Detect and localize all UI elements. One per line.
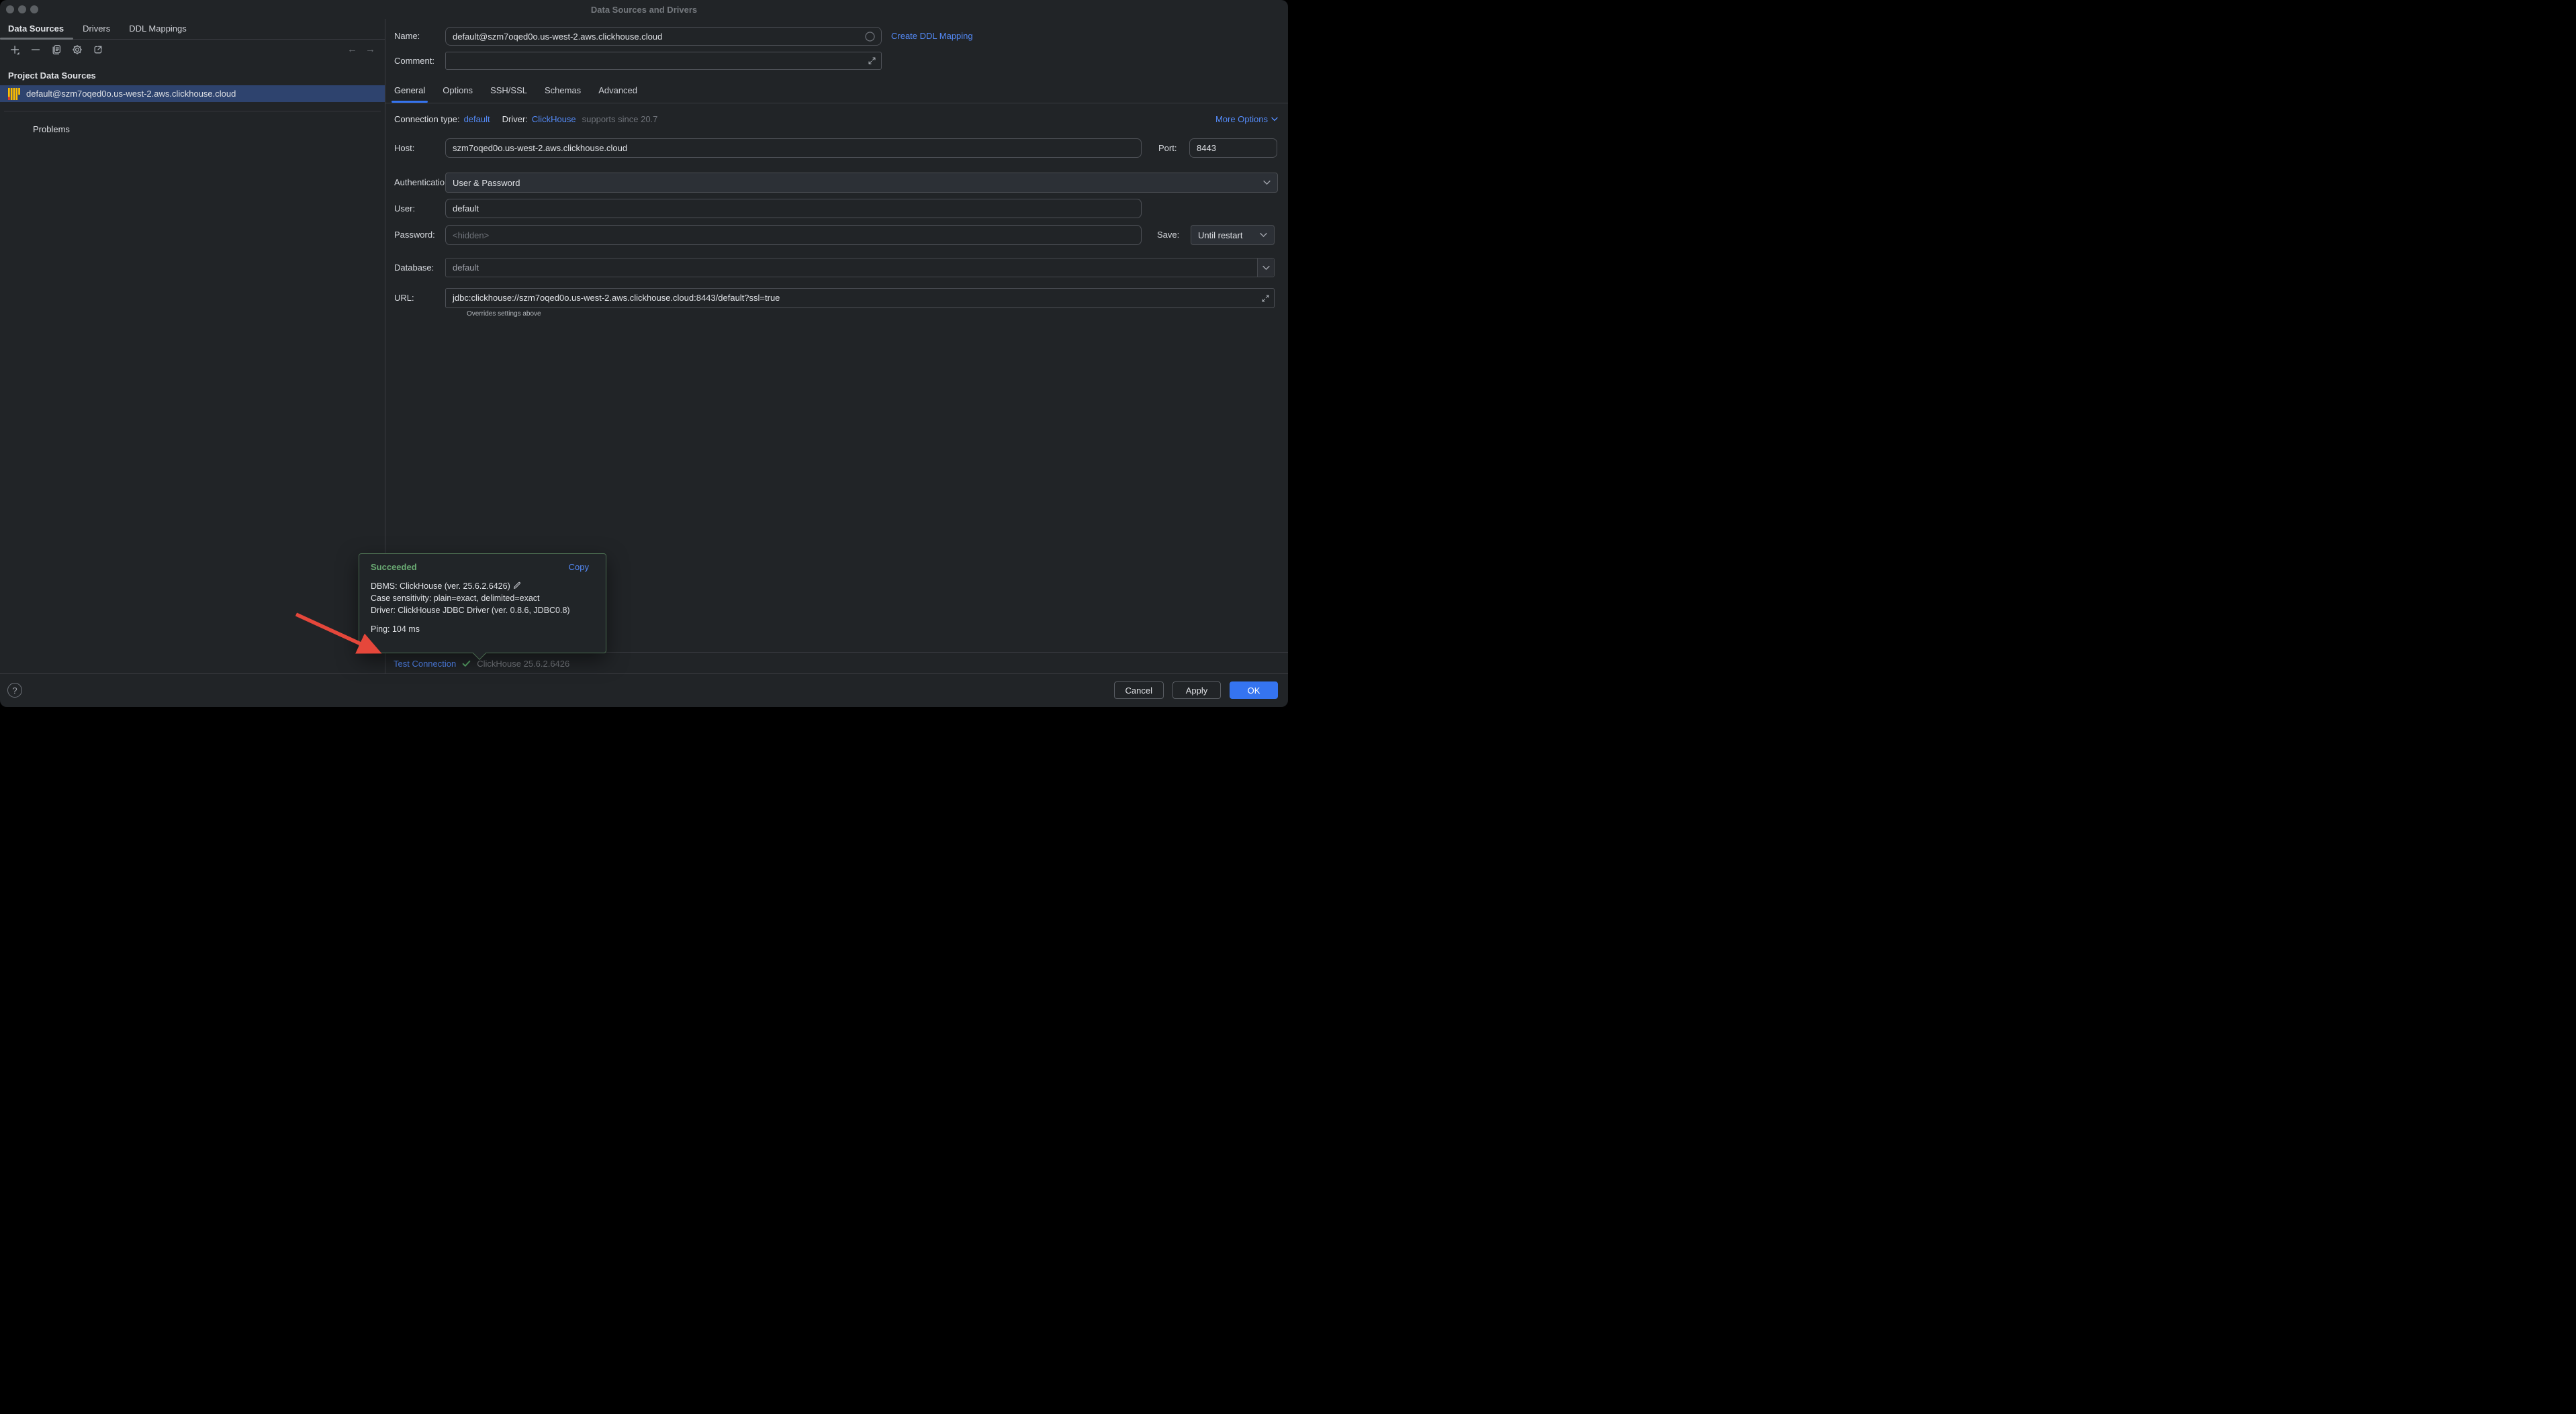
duplicate-icon — [51, 44, 62, 55]
connection-type-row: Connection type: default Driver: ClickHo… — [394, 113, 1278, 125]
name-input[interactable] — [445, 27, 882, 46]
host-input[interactable] — [445, 138, 1142, 158]
titlebar: Data Sources and Drivers — [0, 0, 1288, 19]
comment-label: Comment: — [394, 52, 434, 70]
more-options-link[interactable]: More Options — [1215, 114, 1278, 124]
driver-value-link[interactable]: ClickHouse — [532, 114, 576, 124]
test-connection-popup: Succeeded Copy DBMS: ClickHouse (ver. 25… — [359, 553, 606, 653]
back-arrow-icon[interactable]: ← — [347, 44, 357, 55]
project-data-sources-header: Project Data Sources — [8, 70, 96, 81]
comment-input[interactable] — [445, 52, 882, 70]
data-source-name: default@szm7oqed0o.us-west-2.aws.clickho… — [26, 89, 236, 99]
port-input[interactable] — [1189, 138, 1277, 158]
chevron-down-icon — [1263, 180, 1271, 185]
minus-icon — [30, 44, 41, 55]
data-source-list-item[interactable]: default@szm7oqed0o.us-west-2.aws.clickho… — [0, 85, 385, 102]
connection-type-label: Connection type: — [394, 114, 460, 124]
test-connection-strip: Test Connection ClickHouse 25.6.2.6426 — [385, 652, 1288, 674]
gear-icon — [72, 44, 83, 55]
tab-drivers[interactable]: Drivers — [73, 19, 120, 39]
user-input[interactable] — [445, 199, 1142, 218]
url-input[interactable]: jdbc:clickhouse://szm7oqed0o.us-west-2.a… — [445, 288, 1275, 308]
tab-general[interactable]: General — [394, 82, 425, 103]
open-in-new-button[interactable] — [91, 43, 105, 56]
create-ddl-mapping-link[interactable]: Create DDL Mapping — [891, 27, 973, 46]
host-label: Host: — [394, 138, 414, 158]
database-dropdown-button[interactable] — [1257, 258, 1274, 277]
name-label: Name: — [394, 27, 420, 46]
connection-type-value[interactable]: default — [464, 114, 490, 124]
popup-case-line: Case sensitivity: plain=exact, delimited… — [371, 592, 570, 604]
dialog-footer: ? Cancel Apply OK — [0, 673, 1288, 707]
settings-button[interactable] — [71, 43, 84, 56]
port-label: Port: — [1158, 138, 1177, 158]
driver-label: Driver: — [502, 114, 528, 124]
password-input[interactable] — [445, 225, 1142, 245]
popup-dbms-line: DBMS: ClickHouse (ver. 25.6.2.6426) — [371, 580, 570, 592]
window-title: Data Sources and Drivers — [0, 0, 1288, 19]
edit-pencil-icon[interactable] — [512, 581, 522, 590]
save-dropdown[interactable]: Until restart — [1191, 225, 1275, 245]
export-icon — [93, 44, 103, 55]
problems-node[interactable]: Problems — [0, 122, 385, 138]
database-value: default — [453, 263, 479, 273]
tab-ssh-ssl[interactable]: SSH/SSL — [490, 82, 527, 103]
plus-icon — [9, 44, 21, 56]
authentication-dropdown[interactable]: User & Password — [445, 173, 1278, 193]
save-value: Until restart — [1198, 230, 1242, 240]
tab-ddl-mappings[interactable]: DDL Mappings — [120, 19, 196, 39]
comment-expand-icon[interactable] — [868, 56, 876, 65]
user-label: User: — [394, 199, 415, 218]
url-expand-icon[interactable] — [1261, 294, 1270, 303]
popup-driver-line: Driver: ClickHouse JDBC Driver (ver. 0.8… — [371, 604, 570, 616]
tab-advanced[interactable]: Advanced — [598, 82, 637, 103]
database-label: Database: — [394, 258, 434, 277]
form-tabs: General Options SSH/SSL Schemas Advanced — [394, 82, 637, 103]
authentication-label: Authentication: — [394, 173, 452, 193]
driver-note: supports since 20.7 — [582, 114, 658, 124]
test-connection-link[interactable]: Test Connection — [394, 659, 456, 669]
forward-arrow-icon[interactable]: → — [365, 44, 375, 55]
apply-button[interactable]: Apply — [1172, 681, 1221, 699]
add-data-source-button[interactable] — [8, 43, 21, 56]
clickhouse-icon — [8, 88, 20, 100]
chevron-down-icon — [1260, 232, 1267, 238]
success-check-icon — [462, 660, 471, 667]
chevron-down-icon — [1271, 117, 1278, 122]
connection-result-text: ClickHouse 25.6.2.6426 — [477, 659, 569, 669]
chevron-down-icon — [1262, 265, 1270, 271]
cancel-button[interactable]: Cancel — [1114, 681, 1164, 699]
remove-data-source-button[interactable] — [29, 43, 42, 56]
name-status-circle-icon — [865, 32, 875, 42]
password-label: Password: — [394, 225, 435, 245]
help-icon[interactable]: ? — [7, 683, 22, 698]
duplicate-button[interactable] — [50, 43, 63, 56]
database-combo[interactable]: default — [445, 258, 1275, 277]
more-options-label: More Options — [1215, 114, 1268, 124]
ok-button[interactable]: OK — [1230, 681, 1278, 699]
url-label: URL: — [394, 288, 414, 308]
popup-dbms-text: DBMS: ClickHouse (ver. 25.6.2.6426) — [371, 581, 510, 591]
save-label: Save: — [1157, 225, 1179, 245]
history-nav: ← → — [347, 44, 375, 55]
authentication-value: User & Password — [453, 178, 520, 188]
url-note: Overrides settings above — [467, 310, 541, 318]
popup-details: DBMS: ClickHouse (ver. 25.6.2.6426) Case… — [371, 580, 570, 616]
sidebar-toolbar — [8, 42, 105, 57]
popup-status: Succeeded — [371, 562, 417, 572]
tab-data-sources[interactable]: Data Sources — [0, 19, 73, 39]
sidebar-tabs: Data Sources Drivers DDL Mappings — [0, 19, 385, 40]
tab-options[interactable]: Options — [443, 82, 473, 103]
annotation-arrow — [285, 603, 393, 663]
popup-copy-link[interactable]: Copy — [569, 562, 589, 572]
sidebar: Data Sources Drivers DDL Mappings — [0, 19, 385, 674]
data-sources-dialog: Data Sources and Drivers Data Sources Dr… — [0, 0, 1288, 707]
tab-schemas[interactable]: Schemas — [545, 82, 581, 103]
